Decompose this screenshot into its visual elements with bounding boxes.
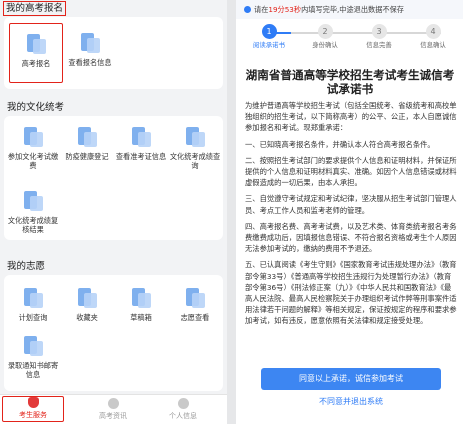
progress-steps: 1 阅读承诺书 2 身份确认 3 信息完善 4 信息确认: [236, 22, 463, 62]
mail-icon: [22, 335, 44, 357]
volunteer-view-button[interactable]: 志愿查看: [169, 287, 221, 322]
culture-exam-card: 参加文化考试缴费 防疫健康登记 查看准考证信息 文化统考成绩查询 文化统考成绩复…: [4, 116, 223, 240]
exam-fee-payment-button[interactable]: 参加文化考试缴费: [7, 126, 59, 170]
section-title-registration: 我的高考报名: [3, 1, 67, 16]
tab-student-service[interactable]: 考生服务: [2, 396, 64, 422]
favorites-button[interactable]: 收藏夹: [61, 287, 113, 322]
step-identity-confirm: 2 身份确认: [300, 22, 350, 49]
gaokao-registration-button[interactable]: 高考报名: [9, 23, 63, 83]
commitment-paragraph: 五、已认真阅读《考生守则》《国家教育考试违规处理办法》（教育部令第33号）《普通…: [245, 260, 457, 326]
tab-label: 个人信息: [169, 412, 197, 420]
drafts-button[interactable]: 草稿箱: [115, 287, 167, 322]
tile-label: 防疫健康登记: [65, 152, 109, 161]
right-phone-screen: 请在19分53秒内填写完毕,中途退出数据不保存 1 阅读承诺书 2 身份确认 3…: [236, 0, 463, 424]
step-info-complete: 3 信息完善: [354, 22, 404, 49]
countdown-time: 19分53秒: [268, 5, 302, 14]
bottom-tab-bar: 考生服务 高考资讯 个人信息: [0, 394, 227, 424]
health-icon: [76, 126, 98, 148]
payment-icon: [22, 126, 44, 148]
registration-icon: [25, 33, 47, 55]
admission-letter-mailing-button[interactable]: 录取通知书邮寄信息: [7, 335, 59, 379]
admission-ticket-button[interactable]: 查看准考证信息: [115, 126, 167, 161]
commitment-paragraph: 四、高考报名费、高考考试费，以及艺术类、体育类统考报名考务费缴费成功后，因填报信…: [245, 221, 457, 254]
review-icon: [22, 190, 44, 212]
step-label: 信息确认: [420, 41, 446, 49]
tab-label: 高考资讯: [99, 412, 127, 420]
tab-personal-info[interactable]: 个人信息: [153, 398, 213, 421]
score-review-result-button[interactable]: 文化统考成绩复核结果: [7, 190, 59, 234]
step-number: 3: [371, 24, 387, 39]
favorites-icon: [76, 287, 98, 309]
left-phone-screen: 我的高考报名 高考报名 查看报名信息 我的文化统考 参加文化考试缴费 防疫健康登…: [0, 0, 227, 424]
view-registration-info-button[interactable]: 查看报名信息: [64, 32, 116, 67]
step-number: 4: [425, 24, 441, 39]
commitment-title: 湖南省普通高等学校招生考试考生诚信考试承诺书: [245, 68, 455, 96]
document-icon: [79, 32, 101, 54]
plan-query-button[interactable]: 计划查询: [7, 287, 59, 322]
drafts-icon: [130, 287, 152, 309]
step-label: 身份确认: [312, 41, 338, 49]
section-title-volunteer: 我的志愿: [7, 261, 46, 272]
time-notice: 请在19分53秒内填写完毕,中途退出数据不保存: [236, 0, 463, 19]
tile-label: 参加文化考试缴费: [7, 152, 59, 170]
user-icon: [177, 398, 189, 409]
heart-icon: [27, 397, 39, 408]
tile-label: 志愿查看: [180, 313, 210, 322]
tab-gaokao-news[interactable]: 高考资讯: [83, 398, 143, 421]
commitment-paragraph: 一、已知晓高考报名条件，并确认本人符合高考报名条件。: [245, 139, 435, 149]
step-read-commitment: 1 阅读承诺书: [244, 22, 294, 49]
commitment-paragraph: 三、自觉遵守考试规定和考试纪律，坚决服从招生考试部门管理人员、考点工作人员和监考…: [245, 194, 457, 215]
step-number: 2: [317, 24, 333, 39]
tile-label: 草稿箱: [130, 313, 152, 322]
commitment-body: 为维护普通高等学校招生考试（包括全国统考、省级统考和高校单独组织的招生考试，以下…: [245, 100, 457, 332]
tile-label: 文化统考成绩复核结果: [7, 216, 59, 234]
info-icon: [244, 6, 251, 13]
volunteer-card: 计划查询 收藏夹 草稿箱 志愿查看 录取通知书邮寄信息: [4, 275, 223, 391]
step-info-confirm: 4 信息确认: [408, 22, 458, 49]
plan-icon: [22, 287, 44, 309]
agree-button[interactable]: 同意以上承诺，诚信参加考试: [261, 368, 441, 390]
health-registration-button[interactable]: 防疫健康登记: [61, 126, 113, 161]
score-icon: [184, 126, 206, 148]
tile-label: 文化统考成绩查询: [169, 152, 221, 170]
commitment-paragraph: 二、按照招生考试部门的要求提供个人信息和证明材料，并保证所提供的个人信息和证明材…: [245, 155, 457, 188]
tile-label: 收藏夹: [76, 313, 98, 322]
registration-card: 高考报名 查看报名信息: [4, 17, 223, 89]
disagree-exit-link[interactable]: 不同意并退出系统: [261, 396, 441, 408]
tile-label: 录取通知书邮寄信息: [7, 361, 59, 379]
news-icon: [107, 398, 119, 409]
tile-label: 查看报名信息: [68, 58, 112, 67]
tab-label: 考生服务: [19, 411, 47, 419]
tile-label: 高考报名: [21, 59, 51, 68]
step-label: 阅读承诺书: [253, 41, 285, 49]
section-title-culture-exam: 我的文化统考: [7, 102, 65, 113]
notice-prefix: 请在: [254, 5, 269, 14]
view-icon: [184, 287, 206, 309]
step-number: 1: [261, 24, 277, 39]
divider: [227, 0, 236, 424]
commitment-paragraph: 为维护普通高等学校招生考试（包括全国统考、省级统考和高校单独组织的招生考试，以下…: [245, 101, 457, 133]
tile-label: 查看准考证信息: [115, 152, 167, 161]
notice-suffix: 内填写完毕,中途退出数据不保存: [301, 5, 404, 14]
ticket-icon: [130, 126, 152, 148]
step-label: 信息完善: [366, 41, 392, 49]
score-query-button[interactable]: 文化统考成绩查询: [169, 126, 221, 170]
tile-label: 计划查询: [18, 313, 48, 322]
